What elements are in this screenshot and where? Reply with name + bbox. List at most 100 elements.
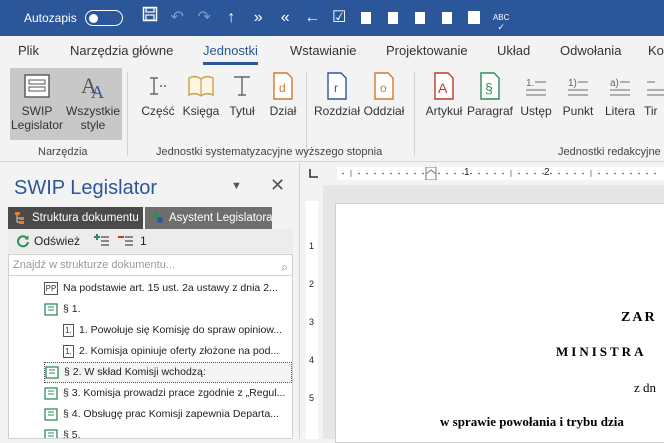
rozdzial-button[interactable]: r Rozdział xyxy=(313,68,361,140)
ksiega-button[interactable]: Księga xyxy=(180,68,222,140)
autosave-toggle[interactable] xyxy=(84,10,123,26)
all-styles-button[interactable]: AA Wszystkie style xyxy=(64,68,122,140)
doc-line-heading: ZAR xyxy=(621,310,657,325)
litera-button[interactable]: a) Litera xyxy=(600,68,640,140)
swip-icon xyxy=(24,74,50,98)
paragraf-icon-letter: § xyxy=(485,80,493,96)
collapse-all-icon[interactable] xyxy=(116,233,134,250)
rozdzial-label: Rozdział xyxy=(313,104,361,118)
save-icon[interactable] xyxy=(137,0,164,36)
tytul-button[interactable]: Tytuł xyxy=(224,68,260,140)
vertical-ruler[interactable]: 1 2 3 4 5 xyxy=(301,185,323,439)
tab-projektowanie[interactable]: Projektowanie xyxy=(386,43,468,58)
tree-node-paragraph-4[interactable]: § 4. Obsługę prac Komisji zapewnia Depar… xyxy=(44,404,279,425)
tree-node-label: § 1. xyxy=(63,303,81,315)
svg-text:A: A xyxy=(91,82,104,101)
ustep-label: Ustęp xyxy=(520,104,552,118)
pane-title: SWIP Legislator xyxy=(14,177,158,199)
refresh-label: Odśwież xyxy=(34,234,81,248)
swip-legislator-button[interactable]: SWIP Legislator xyxy=(10,68,64,140)
dzial-label: Dział xyxy=(269,104,297,118)
tab-asystent-legislatora[interactable]: Asystent Legislatora xyxy=(145,207,273,229)
litera-label: Litera xyxy=(604,104,636,118)
tab-odwolania[interactable]: Odwołania xyxy=(560,43,621,58)
punkt-button[interactable]: 1) Punkt xyxy=(558,68,598,140)
tab-narzedzia-glowne[interactable]: Narzędzia główne xyxy=(70,43,173,58)
vruler-mark-2: 2 xyxy=(309,279,315,289)
tab-wstawianie[interactable]: Wstawianie xyxy=(290,43,356,58)
dzial-button[interactable]: d Dział xyxy=(264,68,302,140)
doc-line-date: z dn xyxy=(634,380,657,395)
checkbox-icon[interactable]: ☑ xyxy=(326,0,353,36)
ustep-button[interactable]: 1. Ustęp xyxy=(517,68,555,140)
refresh-icon xyxy=(17,235,29,248)
tab-plik[interactable]: Plik xyxy=(18,43,39,58)
tab-korespondencja[interactable]: Ko xyxy=(648,43,664,58)
tree-node-paragraph-1[interactable]: § 1. xyxy=(44,299,81,320)
square-icon[interactable] xyxy=(380,0,407,36)
swip-legislator-pane: SWIP Legislator ▼ ✕ Struktura dokumentu … xyxy=(0,163,300,439)
tree-node-label: 2. Komisja opiniuje oferty złożone na po… xyxy=(79,345,280,357)
redo-icon[interactable]: ↷ xyxy=(191,0,218,36)
square-icon[interactable] xyxy=(353,0,380,36)
paragraf-button[interactable]: § Paragraf xyxy=(466,68,514,140)
artykul-button[interactable]: A Artykuł xyxy=(422,68,466,140)
horizontal-ruler[interactable]: 1 2 xyxy=(301,163,664,185)
structure-search-input[interactable]: Znajdź w strukturze dokumentu... ⌕ xyxy=(8,254,293,276)
oddzial-icon-letter: o xyxy=(380,81,387,95)
czesc-icon xyxy=(150,77,168,95)
double-right-icon[interactable]: » xyxy=(245,0,272,36)
ustep-icon: 1. xyxy=(63,324,74,337)
paragraf-label: Paragraf xyxy=(466,104,514,118)
preamble-icon: PP xyxy=(44,282,58,295)
tree-node-ustep-2[interactable]: 1. 2. Komisja opiniuje oferty złożone na… xyxy=(63,341,279,362)
tab-uklad[interactable]: Układ xyxy=(497,43,530,58)
abc-icon[interactable]: ABC ✓ xyxy=(488,5,515,32)
tab-selector-icon[interactable] xyxy=(308,168,319,179)
tab-struktura-label: Struktura dokumentu xyxy=(32,212,139,224)
ruler-mark-2: 2 xyxy=(544,167,550,178)
search-icon[interactable]: ⌕ xyxy=(281,257,288,277)
styles-label-1: Wszystkie xyxy=(66,104,120,118)
czesc-label: Część xyxy=(141,104,175,118)
doc-line-ministra: MINISTRA xyxy=(556,344,647,359)
font-a-icon[interactable] xyxy=(461,0,488,36)
expand-all-icon[interactable] xyxy=(92,233,110,250)
ruler-mark-1: 1 xyxy=(464,167,470,178)
rozdzial-icon-letter: r xyxy=(334,81,338,95)
document-area[interactable]: ZAR MINISTRA z dn w sprawie powołania i … xyxy=(323,185,664,443)
vruler-mark-4: 4 xyxy=(309,355,315,365)
oddzial-button[interactable]: o Oddział xyxy=(362,68,406,140)
artykul-icon-letter: A xyxy=(438,80,448,96)
pane-options-icon[interactable]: ▼ xyxy=(231,180,242,192)
refresh-button[interactable]: Odśwież xyxy=(16,234,80,248)
tree-node-ustep-1[interactable]: 1. 1. Powołuje się Komisję do spraw opin… xyxy=(63,320,282,341)
document-page[interactable]: ZAR MINISTRA z dn w sprawie powołania i … xyxy=(335,203,664,443)
structure-tree: PP Na podstawie art. 15 ust. 2a ustawy z… xyxy=(8,276,293,439)
tree-node-label: Na podstawie art. 15 ust. 2a ustawy z dn… xyxy=(63,282,278,294)
tab-jednostki[interactable]: Jednostki xyxy=(203,43,258,65)
czesc-button[interactable]: Część xyxy=(138,68,178,140)
close-icon[interactable]: ✕ xyxy=(270,175,285,196)
tiret-button[interactable]: Tir xyxy=(644,68,664,140)
vruler-mark-5: 5 xyxy=(309,393,315,403)
tree-node-paragraph-2[interactable]: § 2. W skład Komisji wchodzą: xyxy=(44,362,292,383)
tiret-icon xyxy=(647,81,664,96)
tytul-label: Tytuł xyxy=(229,104,255,118)
arrow-up-icon[interactable]: ↑ xyxy=(218,0,245,36)
dzial-icon: d xyxy=(273,72,293,100)
structure-icon xyxy=(15,212,24,224)
tab-struktura-dokumentu[interactable]: Struktura dokumentu xyxy=(8,207,143,229)
square-icon[interactable] xyxy=(434,0,461,36)
square-icon[interactable] xyxy=(407,0,434,36)
arrow-left-icon[interactable]: ← xyxy=(299,0,326,36)
tree-node-paragraph-3[interactable]: § 3. Komisja prowadzi prace zgodnie z „R… xyxy=(44,383,285,404)
ribbon-separator xyxy=(414,72,415,156)
undo-icon[interactable]: ↶ xyxy=(164,0,191,36)
litera-icon: a) xyxy=(610,78,630,96)
tree-node-paragraph-5[interactable]: § 5. xyxy=(44,425,81,438)
tree-node-preamble[interactable]: PP Na podstawie art. 15 ust. 2a ustawy z… xyxy=(44,278,278,299)
styles-icon: AA xyxy=(81,73,104,101)
double-left-icon[interactable]: « xyxy=(272,0,299,36)
artykul-icon: A xyxy=(434,72,454,100)
